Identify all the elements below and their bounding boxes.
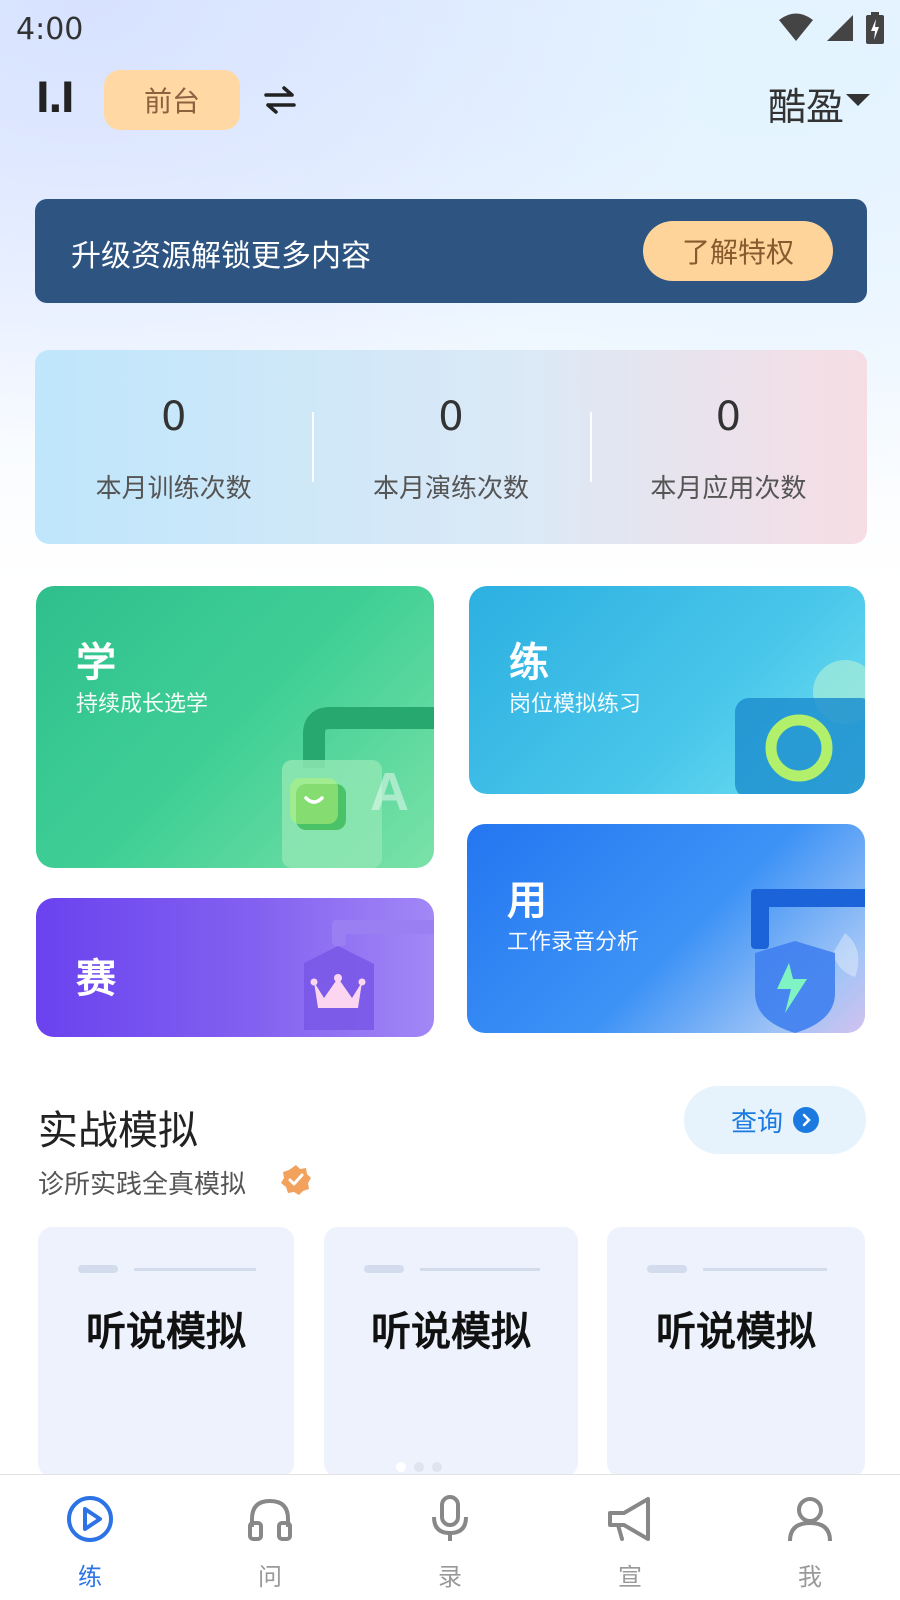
stat-training[interactable]: 0 本月训练次数 [35,350,312,544]
mic-icon [432,1495,468,1541]
simulation-card[interactable]: 听说模拟 [324,1227,578,1477]
stat-value: 0 [160,394,187,440]
tab-me[interactable]: 我 [720,1475,900,1600]
tile-title: 练 [509,640,549,686]
section-title: 实战模拟 [38,1108,198,1154]
learn-privileges-button[interactable]: 了解特权 [643,221,833,281]
tab-label: 宣 [618,1563,642,1591]
shield-icon [751,889,865,1033]
apply-tile[interactable]: 用 工作录音分析 [467,824,865,1033]
card-decoration [420,1268,540,1271]
simulation-card-title: 听说模拟 [86,1308,246,1355]
play-icon [67,1496,113,1542]
card-decoration [134,1268,256,1271]
compete-tile[interactable]: 赛 [36,898,434,1037]
practice-tile[interactable]: 练 岗位模拟练习 [469,586,865,794]
tile-title: 学 [76,640,116,686]
upgrade-banner: 升级资源解锁更多内容 了解特权 [35,199,867,303]
simulation-card[interactable]: 听说模拟 [38,1227,294,1477]
simulation-card-title: 听说模拟 [371,1308,531,1355]
upgrade-banner-text: 升级资源解锁更多内容 [71,239,371,274]
stat-drill[interactable]: 0 本月演练次数 [312,350,589,544]
stat-value: 0 [715,394,742,440]
card-decoration [703,1268,827,1271]
stat-application[interactable]: 0 本月应用次数 [589,350,867,544]
signal-icon [827,15,853,41]
tab-label: 练 [78,1563,102,1591]
stat-label: 本月演练次数 [372,474,529,504]
simulation-card-title: 听说模拟 [656,1308,816,1355]
tile-subtitle: 岗位模拟练习 [509,692,642,717]
switch-icon[interactable] [262,82,298,118]
verified-icon [281,1165,311,1195]
user-name-dropdown[interactable]: 酷盈 [768,76,844,131]
headphones-icon [248,1498,292,1541]
svg-text:A: A [370,762,409,822]
tab-promote[interactable]: 宣 [540,1475,720,1600]
bottom-tab-bar: 练 问 录 宣 我 [0,1474,900,1600]
tab-label: 问 [258,1563,282,1591]
tab-label: 我 [798,1563,822,1591]
query-label: 查询 [730,1107,783,1138]
carousel-dot [396,1462,406,1472]
stat-label: 本月应用次数 [650,474,807,504]
app-logo: l.l [36,76,75,122]
crown-icon [304,920,434,1030]
header: l.l 前台 酷盈 [0,62,900,142]
tab-record[interactable]: 录 [360,1475,540,1600]
section-subtitle: 诊所实践全真模拟 [38,1170,247,1200]
tile-subtitle: 持续成长选学 [76,692,209,717]
card-decoration [364,1265,404,1273]
wifi-icon [779,13,813,41]
monthly-stats-card: 0 本月训练次数 0 本月演练次数 0 本月应用次数 [35,350,867,544]
chevron-down-icon[interactable] [846,94,870,106]
tile-title: 用 [507,878,547,924]
card-decoration [647,1265,687,1273]
tab-practice[interactable]: 练 [0,1475,180,1600]
query-button[interactable]: 查询 [684,1086,866,1154]
tile-subtitle: 工作录音分析 [507,930,640,955]
learn-illustration: A [282,707,434,868]
battery-icon [866,12,884,44]
stat-label: 本月训练次数 [95,474,252,504]
carousel-indicator [396,1462,442,1472]
practice-illustration [735,660,865,794]
tab-ask[interactable]: 问 [180,1475,360,1600]
tile-title: 赛 [76,956,116,1002]
megaphone-icon [608,1497,650,1541]
user-icon [788,1497,832,1542]
status-icons [778,12,884,44]
tab-label: 录 [438,1563,462,1591]
card-decoration [78,1265,118,1273]
status-bar: 4:00 [0,0,900,62]
carousel-dot [414,1462,424,1472]
stat-value: 0 [438,394,464,440]
arrow-right-icon [793,1107,819,1133]
carousel-dot [432,1462,442,1472]
status-time: 4:00 [16,12,84,47]
role-badge[interactable]: 前台 [104,70,240,130]
simulation-card[interactable]: 听说模拟 [607,1227,865,1477]
learn-tile[interactable]: 学 持续成长选学 A [36,586,434,868]
